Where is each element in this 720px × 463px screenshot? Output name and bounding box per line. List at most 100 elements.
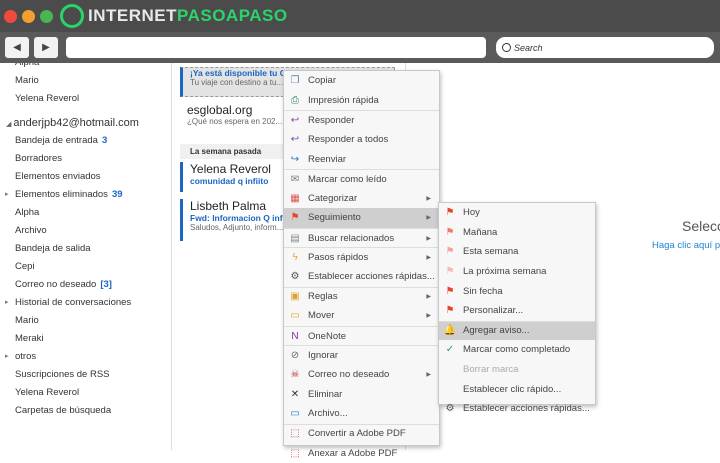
folder-item[interactable]: Alpha <box>0 63 171 72</box>
folder-item[interactable]: Correo no deseado [3] <box>0 276 171 294</box>
menu-item-impresión-rápida[interactable]: ⎙ Impresión rápida <box>284 91 439 111</box>
logo-text: INTERNET <box>88 6 177 25</box>
forward-button[interactable]: ▶ <box>34 37 58 58</box>
collapse-icon: ◢ <box>6 121 12 128</box>
address-bar[interactable] <box>66 37 486 58</box>
close-window-button[interactable] <box>4 9 17 23</box>
unread-count: [3] <box>100 279 112 290</box>
menu-item-label: Copiar <box>308 75 336 87</box>
menu-item-establecer-acciones-rápidas[interactable]: ⚙ Establecer acciones rápidas... <box>284 267 439 287</box>
menu-item-label: Convertir a Adobe PDF <box>308 428 406 440</box>
menu-item-seguimiento[interactable]: ⚑ Seguimiento ▶ <box>284 208 439 228</box>
folder-item[interactable]: Elementos eliminados39 <box>0 186 171 204</box>
menu-item-anexar-a-adobe-pdf[interactable]: ⬚ Anexar a Adobe PDF <box>284 443 439 463</box>
menu-item-convertir-a-adobe-pdf[interactable]: ⬚ Convertir a Adobe PDF <box>284 423 439 444</box>
menu-item-reenviar[interactable]: ↪ Reenviar <box>284 149 439 169</box>
folder-label: Yelena Reverol <box>15 93 80 104</box>
menu-item-mover[interactable]: ▭ Mover ▶ <box>284 306 439 326</box>
menu-item-categorizar[interactable]: ▦ Categorizar ▶ <box>284 189 439 209</box>
menu-item-establecer-clic-rápido[interactable]: Establecer clic rápido... <box>439 379 595 399</box>
folder-item[interactable]: Yelena Reverol <box>0 384 171 402</box>
folder-item[interactable]: Carpetas de búsqueda <box>0 402 171 420</box>
menu-item-agregar-aviso[interactable]: 🔔 Agregar aviso... <box>439 320 595 341</box>
folder-item[interactable]: Suscripciones de RSS <box>0 366 171 384</box>
reply-all-icon: ↩ <box>290 134 300 146</box>
folder-label: Elementos eliminados <box>15 189 108 200</box>
logo: INTERNET PASOAPASO <box>60 4 288 28</box>
menu-item-responder[interactable]: ↩ Responder <box>284 110 439 130</box>
menu-item-label: Anexar a Adobe PDF <box>308 447 398 459</box>
search-icon <box>502 43 511 52</box>
folder-label: Bandeja de entrada <box>15 135 98 146</box>
folder-item[interactable]: Bandeja de salida <box>0 240 171 258</box>
folder-item[interactable]: Borradores <box>0 150 171 168</box>
menu-item-label: Marcar como completado <box>463 344 571 356</box>
flag-icon: ⚑ <box>445 207 455 219</box>
menu-item-sin-fecha[interactable]: ⚑ Sin fecha <box>439 281 595 301</box>
folder-pane: Alpha Mario Yelena Reverol ◢anderjpb42@hotm… <box>0 63 172 450</box>
flag-icon: ⚑ <box>445 226 455 238</box>
submenu-arrow-icon: ▶ <box>426 235 431 242</box>
folder-item[interactable]: Historial de conversaciones <box>0 294 171 312</box>
envelope-open-icon: ✉ <box>290 173 300 185</box>
back-button[interactable]: ◀ <box>5 37 29 58</box>
gears-icon: ⚙ <box>290 271 300 283</box>
menu-item-label: Agregar aviso... <box>463 325 530 337</box>
menu-item-establecer-acciones-rápidas[interactable]: ⚙ Establecer acciones rápidas... <box>439 399 595 419</box>
folder-label: Bandeja de salida <box>15 243 91 254</box>
folder-item[interactable]: Mario <box>0 312 171 330</box>
menu-item-label: Buscar relacionados <box>308 232 395 244</box>
menu-item-reglas[interactable]: ▣ Reglas ▶ <box>284 286 439 307</box>
menu-item-label: Borrar marca <box>463 364 519 376</box>
minimize-window-button[interactable] <box>22 9 35 23</box>
gears-icon: ⚙ <box>445 403 455 415</box>
folder-label: Alpha <box>15 207 40 218</box>
folder-item[interactable]: Archivo <box>0 222 171 240</box>
folder-label: Yelena Reverol <box>15 387 80 398</box>
junk-icon: ☠ <box>290 369 300 381</box>
delete-icon: ✕ <box>290 388 300 400</box>
folder-item[interactable]: Meraki <box>0 330 171 348</box>
folder-item[interactable]: Cepi <box>0 258 171 276</box>
folder-item[interactable]: Yelena Reverol <box>0 90 171 108</box>
menu-item-eliminar[interactable]: ✕ Eliminar <box>284 385 439 405</box>
menu-item-marcar-como-leído[interactable]: ✉ Marcar como leído <box>284 168 439 189</box>
pdf-icon: ⬚ <box>290 447 300 459</box>
lightning-icon: ϟ <box>292 252 298 264</box>
menu-item-hoy[interactable]: ⚑ Hoy <box>439 203 595 223</box>
folder-label: Alpha <box>15 63 39 68</box>
menu-item-buscar-relacionados[interactable]: ▤ Buscar relacionados ▶ <box>284 227 439 248</box>
menu-item-pasos-rápidos[interactable]: ϟ Pasos rápidos ▶ <box>284 247 439 267</box>
browser-toolbar: ◀ ▶ Search <box>0 32 720 63</box>
menu-item-label: Establecer clic rápido... <box>463 383 562 395</box>
menu-item-responder-a-todos[interactable]: ↩ Responder a todos <box>284 130 439 150</box>
menu-item-correo-no-deseado[interactable]: ☠ Correo no deseado ▶ <box>284 365 439 385</box>
folder-item[interactable]: otros <box>0 348 171 366</box>
folder-label: Mario <box>15 315 39 326</box>
menu-item-label: Establecer acciones rápidas... <box>463 403 590 415</box>
menu-item-marcar-como-completado[interactable]: ✓ Marcar como completado <box>439 340 595 360</box>
menu-item-la-próxima-semana[interactable]: ⚑ La próxima semana <box>439 262 595 282</box>
menu-item-esta-semana[interactable]: ⚑ Esta semana <box>439 242 595 262</box>
unread-count: 39 <box>111 189 123 200</box>
reading-pane-link[interactable]: Haga clic aquí pa <box>652 240 720 251</box>
folder-label: Carpetas de búsqueda <box>15 405 112 416</box>
menu-item-borrar-marca[interactable]: Borrar marca <box>439 360 595 380</box>
menu-item-personalizar[interactable]: ⚑ Personalizar... <box>439 301 595 321</box>
menu-item-copiar[interactable]: ❐ Copiar <box>284 71 439 91</box>
folder-item[interactable]: Elementos enviados <box>0 168 171 186</box>
submenu-arrow-icon: ▶ <box>426 215 431 222</box>
maximize-window-button[interactable] <box>40 9 53 23</box>
menu-item-mañana[interactable]: ⚑ Mañana <box>439 223 595 243</box>
menu-item-ignorar[interactable]: ⊘ Ignorar <box>284 345 439 365</box>
folder-label: Borradores <box>15 153 62 164</box>
folder-item[interactable]: Mario <box>0 72 171 90</box>
account-header[interactable]: ◢ anderjpb42@hotmail.com <box>0 114 171 132</box>
folder-item[interactable]: Alpha <box>0 204 171 222</box>
menu-item-archivo[interactable]: ▭ Archivo... <box>284 404 439 424</box>
pdf-icon: ⬚ <box>290 428 300 440</box>
search-input[interactable]: Search <box>496 37 714 58</box>
folder-item[interactable]: Bandeja de entrada 3 <box>0 132 171 150</box>
menu-item-onenote[interactable]: N OneNote <box>284 325 439 346</box>
menu-item-label: Pasos rápidos <box>308 252 369 264</box>
